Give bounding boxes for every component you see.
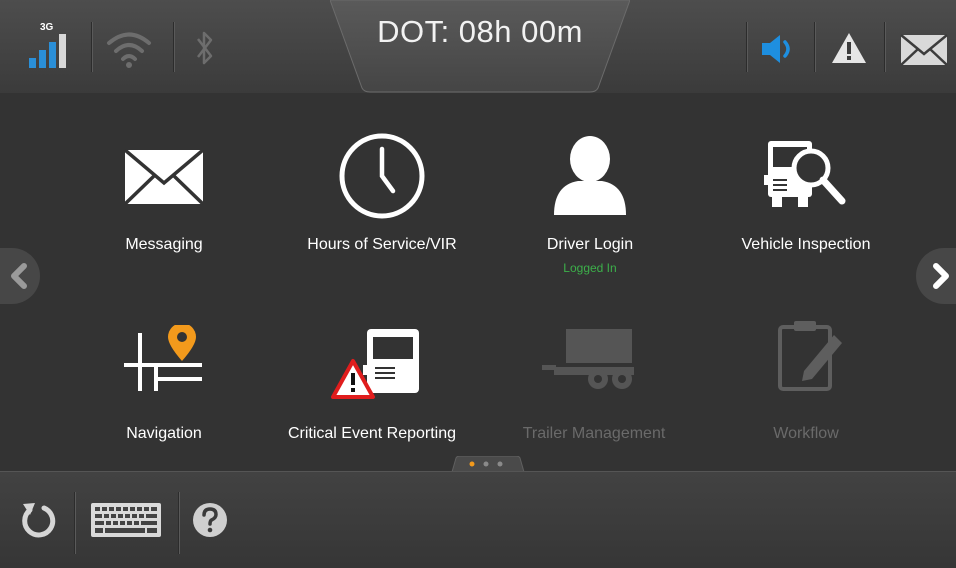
tile-label: Driver Login	[546, 236, 634, 253]
tile-label: Hours of Service/VIR	[307, 236, 457, 253]
chevron-left-icon	[11, 263, 27, 289]
keyboard-icon[interactable]	[90, 502, 162, 538]
envelope-icon[interactable]	[900, 34, 948, 66]
warning-icon[interactable]	[830, 31, 868, 65]
refresh-icon[interactable]	[18, 500, 58, 540]
login-status: Logged In	[563, 261, 617, 275]
person-icon	[554, 136, 626, 215]
page-dot	[483, 461, 489, 467]
page-dot	[497, 461, 503, 467]
tile-label: Navigation	[126, 425, 202, 442]
clock-icon	[339, 133, 425, 219]
tile-label: Messaging	[125, 236, 203, 253]
tile-driver-login[interactable]: Driver Login Logged In	[490, 123, 690, 293]
tile-workflow[interactable]: Workflow	[706, 313, 906, 483]
tile-navigation[interactable]: Navigation	[64, 313, 264, 483]
status-bar: 3G DOT: 08h 00m	[0, 0, 956, 94]
bluetooth-icon[interactable]	[190, 28, 220, 68]
tile-label: Critical Event Reporting	[287, 425, 457, 442]
chevron-right-icon	[933, 263, 949, 289]
clipboard-icon	[778, 321, 842, 391]
speaker-icon[interactable]	[760, 32, 804, 66]
help-icon[interactable]	[192, 502, 228, 538]
page-dot	[469, 461, 475, 467]
tile-messaging[interactable]: Messaging	[64, 123, 264, 293]
tile-label: Trailer Management	[522, 425, 666, 442]
tile-hours-of-service[interactable]: Hours of Service/VIR	[282, 123, 482, 293]
bottom-toolbar	[0, 471, 956, 568]
wifi-icon[interactable]	[104, 28, 154, 70]
truck-warning-icon	[331, 329, 419, 399]
page-indicator	[451, 456, 525, 472]
map-pin-icon	[124, 325, 202, 391]
truck-magnifier-icon	[764, 141, 846, 207]
next-page-button[interactable]	[916, 248, 956, 304]
previous-page-button[interactable]	[0, 248, 40, 304]
app-launcher: Messaging Hours of Service/VIR Driver Lo…	[0, 93, 956, 471]
tile-critical-event-reporting[interactable]: Critical Event Reporting	[272, 313, 472, 483]
trailer-icon	[542, 329, 634, 389]
envelope-icon	[124, 149, 204, 205]
tile-label: Workflow	[773, 425, 839, 442]
tile-label: Vehicle Inspection	[741, 236, 871, 253]
network-type-label: 3G	[40, 22, 54, 33]
dot-clock: DOT: 08h 00m	[377, 14, 583, 49]
signal-bars-icon[interactable]: 3G	[26, 22, 72, 70]
tile-vehicle-inspection[interactable]: Vehicle Inspection	[706, 123, 906, 293]
